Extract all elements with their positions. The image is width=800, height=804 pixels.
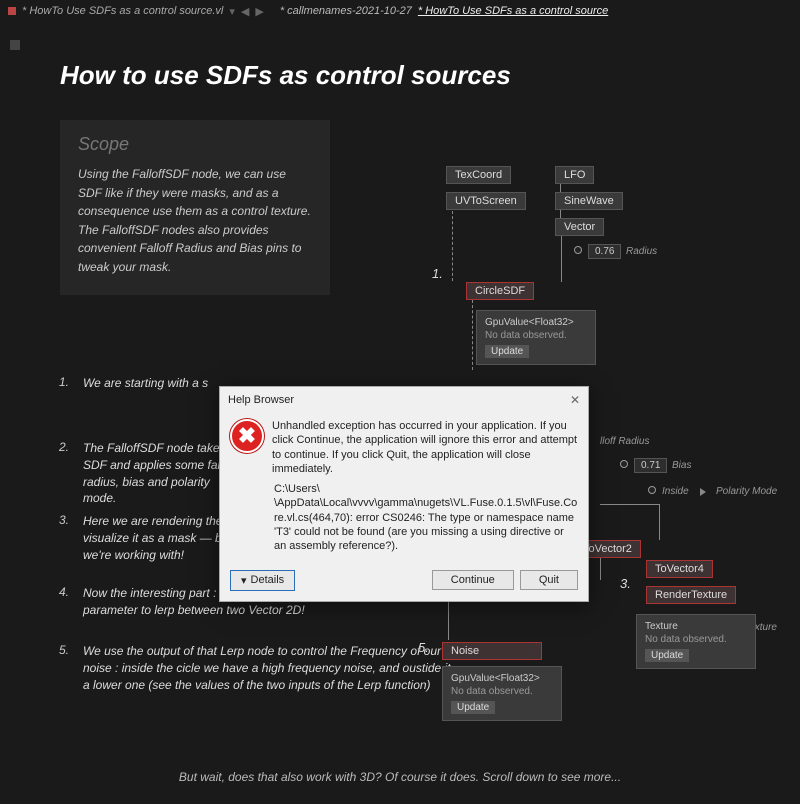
step-number: 2. [55,440,69,507]
step-text: We use the output of that Lerp node to c… [83,643,453,693]
tooltip-update-button[interactable]: Update [645,649,689,662]
step-number: 4. [55,585,69,619]
title-bar: * HowTo Use SDFs as a control source.vl … [0,0,800,22]
connection-line [659,504,660,540]
step-number: 1. [55,375,69,392]
node-noise[interactable]: Noise [442,642,542,660]
connection-line [561,236,562,282]
label-inside: Inside [662,486,689,497]
pin-icon[interactable] [574,246,582,254]
node-tovector4[interactable]: ToVector4 [646,560,713,578]
page-title: How to use SDFs as control sources [60,60,511,91]
error-icon: ✖ [230,419,264,453]
connection-line [448,596,449,640]
continue-button[interactable]: Continue [432,570,514,590]
dialog-titlebar: Help Browser ✕ [220,387,588,413]
step-2: 2. The FalloffSDF node takes an SDF and … [55,440,243,507]
node-circlesdf[interactable]: CircleSDF [466,282,534,300]
connection-line [600,558,601,580]
step-1: 1. We are starting with a s [55,375,223,392]
chevron-down-icon: ▾ [241,574,247,587]
nav-back-icon[interactable]: ◀ [241,5,249,18]
tooltip-subtitle: No data observed. [645,634,747,645]
footer-note: But wait, does that also work with 3D? O… [0,770,800,784]
nav-forward-icon[interactable]: ▶ [255,5,263,18]
node-texcoord[interactable]: TexCoord [446,166,511,184]
scope-body: Using the FalloffSDF node, we can use SD… [78,165,312,277]
details-label: Details [251,574,285,586]
label-polarity: Polarity Mode [716,486,777,497]
pin-icon[interactable] [648,486,656,494]
error-dialog: Help Browser ✕ ✖ Unhandled exception has… [219,386,589,602]
node-lfo[interactable]: LFO [555,166,594,184]
connection-line [452,211,453,281]
tooltip-update-button[interactable]: Update [485,345,529,358]
tooltip-noise: GpuValue<Float32> No data observed. Upda… [442,666,562,721]
details-button[interactable]: ▾ Details [230,570,295,591]
step-number: 3. [55,513,69,563]
graph-anchor-3: 3. [620,576,631,591]
scope-heading: Scope [78,134,312,155]
tooltip-subtitle: No data observed. [451,686,553,697]
step-number: 5. [55,643,69,693]
node-rendertexture[interactable]: RenderTexture [646,586,736,604]
label-bias: Bias [672,460,691,471]
quit-button[interactable]: Quit [520,570,578,590]
scope-panel: Scope Using the FalloffSDF node, we can … [60,120,330,295]
tooltip-title: GpuValue<Float32> [451,673,553,684]
dialog-detail-text: C:\Users\ \AppData\Local\vvvv\gamma\nuge… [220,480,588,563]
tooltip-title: GpuValue<Float32> [485,317,587,328]
tooltip-texture: Texture No data observed. Update [636,614,756,669]
node-vector[interactable]: Vector [555,218,604,236]
node-sinewave[interactable]: SineWave [555,192,623,210]
connection-line [560,210,561,218]
dropdown-icon[interactable] [700,488,706,496]
step-5: 5. We use the output of that Lerp node t… [55,643,453,693]
step-text: We are starting with a s [83,375,223,392]
connection-line [600,504,660,505]
connection-line [472,300,473,370]
connection-line [560,184,561,192]
graph-anchor-5: 5. [418,640,429,655]
breadcrumb-item-2[interactable]: * HowTo Use SDFs as a control source [418,5,608,17]
document-tab[interactable]: * HowTo Use SDFs as a control source.vl [22,5,223,17]
tooltip-update-button[interactable]: Update [451,701,495,714]
value-bias[interactable]: 0.71 [634,458,667,473]
pin-icon[interactable] [620,460,628,468]
tooltip-title: Texture [645,621,747,632]
tooltip-circlesdf: GpuValue<Float32> No data observed. Upda… [476,310,596,365]
graph-anchor-1: 1. [432,266,443,281]
value-radius[interactable]: 0.76 [588,244,621,259]
dialog-title: Help Browser [228,394,294,406]
app-indicator-icon [8,7,16,15]
close-icon[interactable]: ✕ [570,393,580,407]
breadcrumb-item-1[interactable]: * callmenames-2021-10-27 [280,5,412,17]
placeholder-icon [10,40,20,50]
node-uvtoscreen[interactable]: UVToScreen [446,192,526,210]
dropdown-icon[interactable]: ▾ [229,5,235,18]
dialog-message: Unhandled exception has occurred in your… [272,419,578,476]
label-radius: Radius [626,246,657,257]
tooltip-subtitle: No data observed. [485,330,587,341]
label-falloff-radius: lloff Radius [600,436,649,447]
